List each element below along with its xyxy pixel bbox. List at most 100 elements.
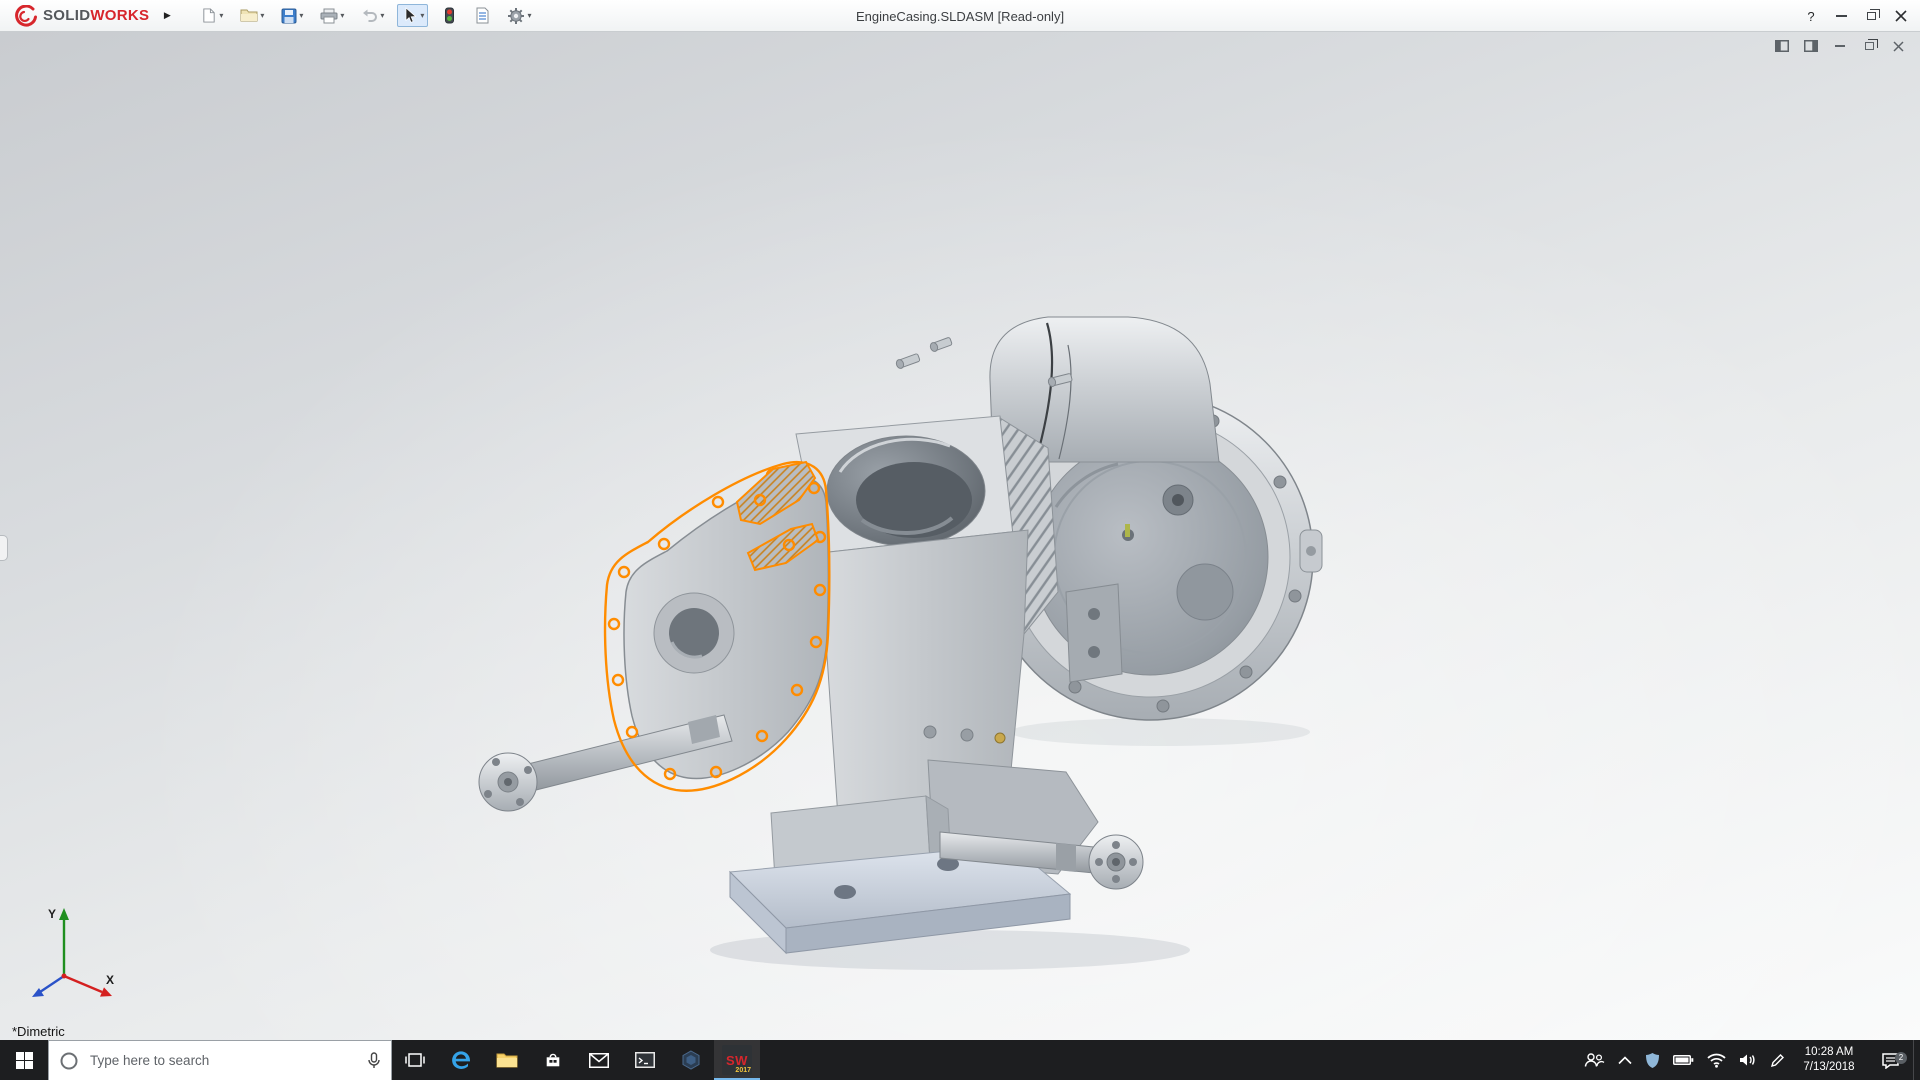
taskbar-solidworks-button[interactable]: SW 2017 [714, 1040, 760, 1080]
clock-time: 10:28 AM [1804, 1046, 1854, 1059]
undo-button[interactable]: ▾ [357, 5, 388, 26]
brand-solid: SOLID [43, 7, 91, 24]
doc-close-button[interactable] [1890, 38, 1906, 54]
desktop: SOLIDWORKS ▶ ▾ ▾ ▾ ▾ ▾ ▾ ▾ EngineCasing.… [0, 0, 1920, 1080]
start-button[interactable] [0, 1040, 48, 1080]
quick-access-toolbar: ▾ ▾ ▾ ▾ ▾ ▾ ▾ [197, 4, 535, 28]
pane-toggle-right-button[interactable] [1803, 38, 1819, 54]
chevron-up-icon [1618, 1055, 1632, 1064]
dropdown-caret-icon[interactable]: ▾ [527, 11, 531, 20]
engine-casing-model[interactable] [0, 32, 1920, 1040]
dropdown-caret-icon[interactable]: ▾ [299, 11, 303, 20]
pane-toggle-left-button[interactable] [1774, 38, 1790, 54]
speaker-icon [1740, 1054, 1755, 1066]
restore-icon [1866, 8, 1880, 20]
save-floppy-icon [281, 8, 297, 23]
edrawings-button[interactable] [668, 1040, 714, 1080]
tray-overflow-button[interactable] [1618, 1055, 1632, 1065]
new-document-icon [203, 8, 215, 23]
cortana-ring-icon [60, 1052, 78, 1069]
show-desktop-button[interactable] [1913, 1040, 1920, 1080]
windows-taskbar: SW 2017 [0, 1040, 1920, 1080]
task-view-button[interactable] [392, 1040, 438, 1080]
dropdown-caret-icon[interactable]: ▾ [420, 11, 424, 20]
save-button[interactable]: ▾ [277, 5, 307, 27]
document-title: EngineCasing.SLDASM [Read-only] [855, 9, 1065, 24]
people-button[interactable] [1584, 1052, 1605, 1068]
doc-restore-button[interactable] [1861, 38, 1878, 54]
file-explorer-icon [496, 1053, 518, 1068]
taskbar-empty-area[interactable] [760, 1040, 1578, 1080]
y-axis-label: Y [48, 907, 56, 921]
flyout-arrow-icon: ▶ [163, 10, 171, 20]
security-shield-icon [1646, 1052, 1659, 1068]
file-properties-button[interactable] [471, 4, 494, 27]
minimize-button[interactable] [1826, 0, 1856, 32]
open-button[interactable]: ▾ [236, 5, 268, 26]
options-button[interactable]: ▾ [503, 4, 535, 28]
help-button[interactable]: ? [1796, 0, 1826, 32]
solidworks-year: 2017 [735, 1067, 751, 1074]
ds-swoosh-icon [15, 4, 37, 27]
taskbar-clock[interactable]: 10:28 AM 7/13/2018 [1798, 1045, 1860, 1075]
store-button[interactable] [530, 1040, 576, 1080]
new-document-button[interactable]: ▾ [197, 4, 227, 27]
gear-icon [508, 7, 525, 24]
doc-minimize-button[interactable] [1832, 38, 1848, 54]
app-titlebar: SOLIDWORKS ▶ ▾ ▾ ▾ ▾ ▾ ▾ ▾ EngineCasing.… [0, 0, 1920, 32]
edge-browser-icon [452, 1051, 470, 1069]
orientation-triad: Y X [32, 907, 114, 997]
terminal-window-icon [635, 1052, 655, 1068]
pen-settings-button[interactable] [1770, 1053, 1785, 1068]
solidworks-app-icon: SW 2017 [722, 1045, 752, 1075]
terminal-button[interactable] [622, 1040, 668, 1080]
solidworks-letters: SW [726, 1052, 748, 1068]
select-tool-button[interactable]: ▾ [397, 4, 429, 27]
action-center-button[interactable]: 2 [1873, 1051, 1907, 1069]
rebuild-stoplight-icon [445, 7, 455, 24]
solidworks-logo: SOLIDWORKS [0, 4, 149, 27]
file-explorer-button[interactable] [484, 1040, 530, 1080]
windows-logo-icon [15, 1051, 33, 1069]
notification-badge: 2 [1895, 1051, 1907, 1064]
dropdown-caret-icon[interactable]: ▾ [380, 11, 384, 20]
close-button[interactable] [1886, 0, 1916, 32]
dropdown-caret-icon[interactable]: ▾ [219, 11, 223, 20]
edge-button[interactable] [438, 1040, 484, 1080]
split-pane-right-icon [1804, 40, 1818, 52]
undo-arrow-icon [363, 9, 378, 22]
mail-envelope-icon [589, 1052, 609, 1068]
defender-button[interactable] [1645, 1052, 1660, 1069]
battery-button[interactable] [1673, 1054, 1694, 1066]
taskbar-apps: SW 2017 [392, 1040, 760, 1080]
search-input[interactable] [88, 1052, 358, 1069]
print-button[interactable]: ▾ [316, 5, 348, 27]
people-icon [1584, 1053, 1605, 1067]
brand-text: SOLIDWORKS [43, 7, 149, 24]
microphone-icon[interactable] [367, 1051, 381, 1070]
menu-flyout-button[interactable]: ▶ [159, 6, 175, 26]
dropdown-caret-icon[interactable]: ▾ [340, 11, 344, 20]
pen-icon [1770, 1053, 1784, 1067]
store-bag-icon [546, 1053, 560, 1067]
network-button[interactable] [1707, 1053, 1726, 1068]
open-folder-icon [240, 9, 258, 22]
dropdown-caret-icon[interactable]: ▾ [260, 11, 264, 20]
document-window-controls [1774, 38, 1906, 54]
print-icon [320, 8, 338, 23]
mail-button[interactable] [576, 1040, 622, 1080]
doc-restore-icon [1864, 38, 1878, 50]
taskbar-search[interactable] [48, 1040, 392, 1080]
wifi-icon [1707, 1053, 1726, 1068]
featuremanager-flyout-handle[interactable] [0, 535, 8, 561]
restore-button[interactable] [1856, 0, 1886, 32]
graphics-area[interactable]: Y X *Dimetric [0, 32, 1920, 1040]
volume-button[interactable] [1739, 1053, 1757, 1067]
select-cursor-icon [406, 7, 417, 23]
battery-icon [1673, 1055, 1694, 1065]
doc-minimize-icon [1835, 45, 1845, 47]
window-controls: ? [1796, 0, 1916, 32]
y-axis-arrow [59, 908, 69, 920]
doc-close-icon [1892, 40, 1904, 52]
rebuild-button[interactable] [437, 4, 462, 27]
